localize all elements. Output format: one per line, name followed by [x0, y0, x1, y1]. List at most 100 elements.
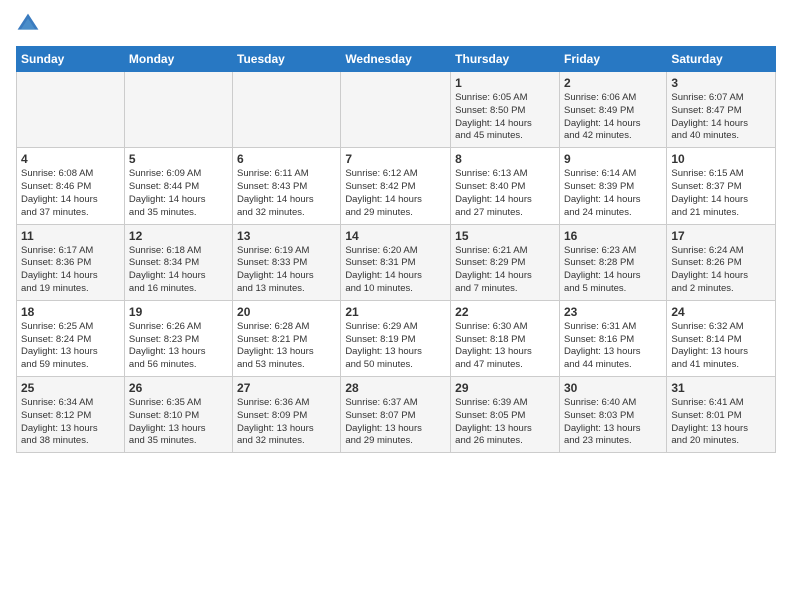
calendar-cell: 9 Sunrise: 6:14 AM Sunset: 8:39 PM Daylig… — [559, 148, 666, 224]
day-number: 21 — [345, 305, 446, 319]
day-number: 15 — [455, 229, 555, 243]
header-day-friday: Friday — [559, 47, 666, 72]
day-number: 3 — [671, 76, 771, 90]
calendar-cell: 28 Sunrise: 6:37 AM Sunset: 8:07 PM Dayli… — [341, 377, 451, 453]
calendar-body: 1 Sunrise: 6:05 AM Sunset: 8:50 PM Daylig… — [17, 72, 776, 453]
day-number: 18 — [21, 305, 120, 319]
calendar-cell: 11 Sunrise: 6:17 AM Sunset: 8:36 PM Dayli… — [17, 224, 125, 300]
day-number: 13 — [237, 229, 336, 243]
day-number: 20 — [237, 305, 336, 319]
day-number: 1 — [455, 76, 555, 90]
logo-icon — [16, 12, 40, 36]
day-number: 4 — [21, 152, 120, 166]
calendar-cell: 8Sunrise: 6:13 AM Sunset: 8:40 PM Daylig… — [451, 148, 560, 224]
day-number: 12 — [129, 229, 228, 243]
day-number: 25 — [21, 381, 120, 395]
day-info: Sunrise: 6:29 AM Sunset: 8:19 PM Dayligh… — [345, 321, 446, 372]
calendar-cell: 31 Sunrise: 6:41 AM Sunset: 8:01 PM Dayli… — [667, 377, 776, 453]
calendar-cell: 21 Sunrise: 6:29 AM Sunset: 8:19 PM Dayli… — [341, 300, 451, 376]
day-number: 22 — [455, 305, 555, 319]
day-info: Sunrise: 6:18 AM Sunset: 8:34 PM Dayligh… — [129, 245, 228, 296]
day-number: 24 — [671, 305, 771, 319]
week-row-3: 11 Sunrise: 6:17 AM Sunset: 8:36 PM Dayli… — [17, 224, 776, 300]
header-day-saturday: Saturday — [667, 47, 776, 72]
calendar-cell: 22 Sunrise: 6:30 AM Sunset: 8:18 PM Dayli… — [451, 300, 560, 376]
day-number: 7 — [345, 152, 446, 166]
calendar-cell: 29Sunrise: 6:39 AM Sunset: 8:05 PM Dayli… — [451, 377, 560, 453]
day-info: Sunrise: 6:14 AM Sunset: 8:39 PM Dayligh… — [564, 168, 662, 219]
day-info: Sunrise: 6:05 AM Sunset: 8:50 PM Dayligh… — [455, 92, 555, 143]
calendar-cell: 14 Sunrise: 6:20 AM Sunset: 8:31 PM Dayli… — [341, 224, 451, 300]
day-info: Sunrise: 6:31 AM Sunset: 8:16 PM Dayligh… — [564, 321, 662, 372]
day-number: 14 — [345, 229, 446, 243]
day-number: 16 — [564, 229, 662, 243]
calendar-cell: 18 Sunrise: 6:25 AM Sunset: 8:24 PM Dayli… — [17, 300, 125, 376]
calendar-cell: 10 Sunrise: 6:15 AM Sunset: 8:37 PM Dayli… — [667, 148, 776, 224]
day-number: 28 — [345, 381, 446, 395]
day-number: 30 — [564, 381, 662, 395]
day-info: Sunrise: 6:23 AM Sunset: 8:28 PM Dayligh… — [564, 245, 662, 296]
day-info: Sunrise: 6:09 AM Sunset: 8:44 PM Dayligh… — [129, 168, 228, 219]
day-info: Sunrise: 6:19 AM Sunset: 8:33 PM Dayligh… — [237, 245, 336, 296]
calendar-table: SundayMondayTuesdayWednesdayThursdayFrid… — [16, 46, 776, 453]
calendar-cell: 4 Sunrise: 6:08 AM Sunset: 8:46 PM Daylig… — [17, 148, 125, 224]
day-number: 8 — [455, 152, 555, 166]
day-number: 19 — [129, 305, 228, 319]
week-row-1: 1 Sunrise: 6:05 AM Sunset: 8:50 PM Daylig… — [17, 72, 776, 148]
day-info: Sunrise: 6:08 AM Sunset: 8:46 PM Dayligh… — [21, 168, 120, 219]
calendar-cell — [17, 72, 125, 148]
day-info: Sunrise: 6:17 AM Sunset: 8:36 PM Dayligh… — [21, 245, 120, 296]
week-row-5: 25 Sunrise: 6:34 AM Sunset: 8:12 PM Dayli… — [17, 377, 776, 453]
day-info: Sunrise: 6:12 AM Sunset: 8:42 PM Dayligh… — [345, 168, 446, 219]
calendar-cell — [124, 72, 232, 148]
day-number: 5 — [129, 152, 228, 166]
calendar-cell: 7 Sunrise: 6:12 AM Sunset: 8:42 PM Daylig… — [341, 148, 451, 224]
day-number: 9 — [564, 152, 662, 166]
calendar-cell: 13 Sunrise: 6:19 AM Sunset: 8:33 PM Dayli… — [233, 224, 341, 300]
day-number: 29 — [455, 381, 555, 395]
calendar-cell: 25 Sunrise: 6:34 AM Sunset: 8:12 PM Dayli… — [17, 377, 125, 453]
calendar-cell: 17 Sunrise: 6:24 AM Sunset: 8:26 PM Dayli… — [667, 224, 776, 300]
calendar-cell: 30 Sunrise: 6:40 AM Sunset: 8:03 PM Dayli… — [559, 377, 666, 453]
week-row-4: 18 Sunrise: 6:25 AM Sunset: 8:24 PM Dayli… — [17, 300, 776, 376]
header-day-tuesday: Tuesday — [233, 47, 341, 72]
day-info: Sunrise: 6:26 AM Sunset: 8:23 PM Dayligh… — [129, 321, 228, 372]
day-info: Sunrise: 6:07 AM Sunset: 8:47 PM Dayligh… — [671, 92, 771, 143]
calendar-cell: 5 Sunrise: 6:09 AM Sunset: 8:44 PM Daylig… — [124, 148, 232, 224]
calendar-cell: 16 Sunrise: 6:23 AM Sunset: 8:28 PM Dayli… — [559, 224, 666, 300]
header-day-wednesday: Wednesday — [341, 47, 451, 72]
day-number: 11 — [21, 229, 120, 243]
page: SundayMondayTuesdayWednesdayThursdayFrid… — [0, 0, 792, 461]
day-number: 6 — [237, 152, 336, 166]
day-info: Sunrise: 6:34 AM Sunset: 8:12 PM Dayligh… — [21, 397, 120, 448]
day-info: Sunrise: 6:37 AM Sunset: 8:07 PM Dayligh… — [345, 397, 446, 448]
header — [16, 12, 776, 36]
day-info: Sunrise: 6:24 AM Sunset: 8:26 PM Dayligh… — [671, 245, 771, 296]
calendar-cell: 15Sunrise: 6:21 AM Sunset: 8:29 PM Dayli… — [451, 224, 560, 300]
header-day-sunday: Sunday — [17, 47, 125, 72]
calendar-cell: 2Sunrise: 6:06 AM Sunset: 8:49 PM Daylig… — [559, 72, 666, 148]
calendar-cell: 6 Sunrise: 6:11 AM Sunset: 8:43 PM Daylig… — [233, 148, 341, 224]
day-info: Sunrise: 6:36 AM Sunset: 8:09 PM Dayligh… — [237, 397, 336, 448]
calendar-header: SundayMondayTuesdayWednesdayThursdayFrid… — [17, 47, 776, 72]
header-day-thursday: Thursday — [451, 47, 560, 72]
calendar-cell: 27 Sunrise: 6:36 AM Sunset: 8:09 PM Dayli… — [233, 377, 341, 453]
day-number: 10 — [671, 152, 771, 166]
day-number: 31 — [671, 381, 771, 395]
day-info: Sunrise: 6:28 AM Sunset: 8:21 PM Dayligh… — [237, 321, 336, 372]
day-info: Sunrise: 6:41 AM Sunset: 8:01 PM Dayligh… — [671, 397, 771, 448]
day-info: Sunrise: 6:25 AM Sunset: 8:24 PM Dayligh… — [21, 321, 120, 372]
day-info: Sunrise: 6:20 AM Sunset: 8:31 PM Dayligh… — [345, 245, 446, 296]
day-number: 27 — [237, 381, 336, 395]
day-info: Sunrise: 6:40 AM Sunset: 8:03 PM Dayligh… — [564, 397, 662, 448]
calendar-cell: 1 Sunrise: 6:05 AM Sunset: 8:50 PM Daylig… — [451, 72, 560, 148]
day-number: 17 — [671, 229, 771, 243]
calendar-cell: 24Sunrise: 6:32 AM Sunset: 8:14 PM Dayli… — [667, 300, 776, 376]
day-number: 26 — [129, 381, 228, 395]
calendar-cell: 26Sunrise: 6:35 AM Sunset: 8:10 PM Dayli… — [124, 377, 232, 453]
calendar-cell: 23Sunrise: 6:31 AM Sunset: 8:16 PM Dayli… — [559, 300, 666, 376]
day-info: Sunrise: 6:30 AM Sunset: 8:18 PM Dayligh… — [455, 321, 555, 372]
day-info: Sunrise: 6:11 AM Sunset: 8:43 PM Dayligh… — [237, 168, 336, 219]
day-info: Sunrise: 6:06 AM Sunset: 8:49 PM Dayligh… — [564, 92, 662, 143]
day-info: Sunrise: 6:15 AM Sunset: 8:37 PM Dayligh… — [671, 168, 771, 219]
